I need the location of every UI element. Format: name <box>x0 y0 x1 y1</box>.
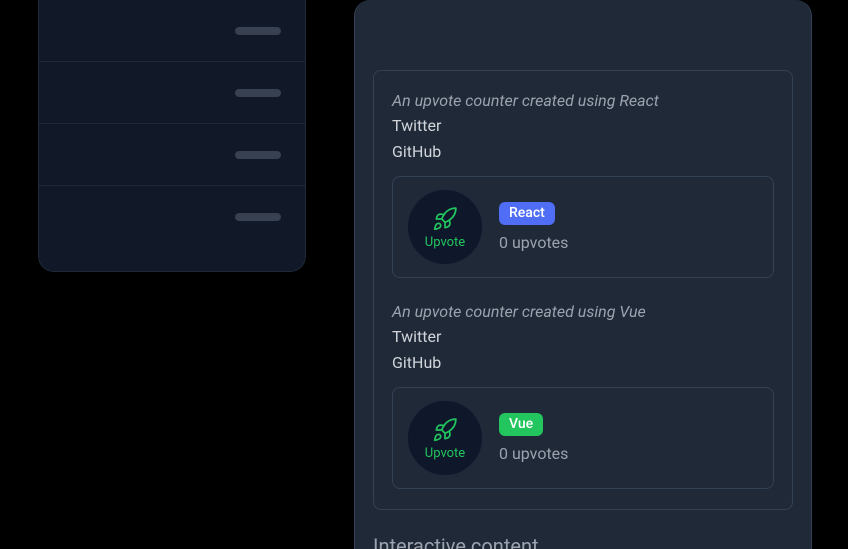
sidebar-panel <box>38 0 306 272</box>
github-link[interactable]: GitHub <box>392 139 774 165</box>
rocket-icon <box>432 417 458 443</box>
sidebar-row <box>39 186 305 248</box>
twitter-link[interactable]: Twitter <box>392 113 774 139</box>
main-content: An upvote counter created using React Tw… <box>354 0 812 549</box>
examples-container: An upvote counter created using React Tw… <box>373 70 793 510</box>
example-caption: An upvote counter created using Vue <box>392 300 774 324</box>
twitter-link[interactable]: Twitter <box>392 324 774 350</box>
framework-badge: Vue <box>499 413 543 436</box>
sidebar-row <box>39 0 305 62</box>
skeleton-line <box>235 213 281 221</box>
github-link[interactable]: GitHub <box>392 350 774 376</box>
example-section: An upvote counter created using React Tw… <box>392 89 774 278</box>
framework-badge: React <box>499 202 555 225</box>
skeleton-line <box>235 27 281 35</box>
upvote-card: Upvote Vue 0 upvotes <box>392 387 774 489</box>
upvote-label: Upvote <box>425 447 465 460</box>
upvote-count: 0 upvotes <box>499 444 568 463</box>
upvote-button[interactable]: Upvote <box>407 400 483 476</box>
skeleton-line <box>235 151 281 159</box>
upvote-button[interactable]: Upvote <box>407 189 483 265</box>
sidebar-row <box>39 62 305 124</box>
example-section: An upvote counter created using Vue Twit… <box>392 300 774 489</box>
upvote-count: 0 upvotes <box>499 233 568 252</box>
upvote-card: Upvote React 0 upvotes <box>392 176 774 278</box>
rocket-icon <box>432 206 458 232</box>
example-caption: An upvote counter created using React <box>392 89 774 113</box>
skeleton-line <box>235 89 281 97</box>
section-heading: Interactive content <box>373 534 793 549</box>
upvote-label: Upvote <box>425 236 465 249</box>
sidebar-row <box>39 124 305 186</box>
